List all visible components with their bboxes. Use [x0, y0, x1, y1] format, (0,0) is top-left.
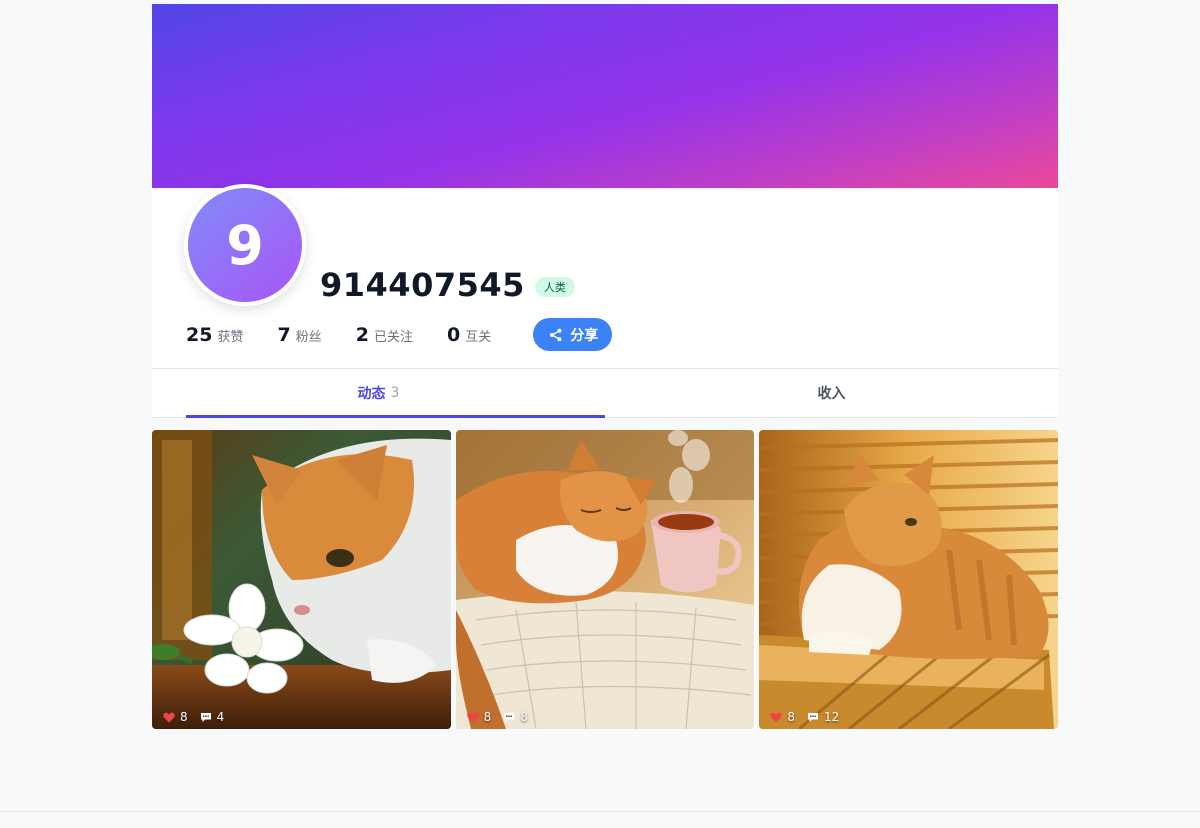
tab-count: 3 [390, 385, 400, 401]
comment-value: 4 [216, 710, 225, 724]
post-image-cat-flower [152, 430, 451, 729]
heart-icon [466, 712, 479, 722]
stat-followers[interactable]: 7 粉丝 [277, 324, 321, 346]
comment-count[interactable]: 12 [807, 710, 839, 724]
share-label: 分享 [570, 327, 599, 344]
name-row: 914407545 人类 [320, 266, 575, 304]
stat-label: 获赞 [217, 329, 244, 345]
stats-bar: 25 获赞 7 粉丝 2 已关注 0 互关 分享 [186, 318, 613, 351]
stat-label: 互关 [465, 329, 492, 345]
username: 914407545 [320, 266, 525, 304]
stat-value: 25 [186, 323, 213, 346]
stat-likes[interactable]: 25 获赞 [186, 324, 243, 346]
tab-income[interactable]: 收入 [605, 369, 1058, 417]
heart-icon [163, 712, 175, 722]
profile-tabs: 动态 3 收入 [152, 368, 1058, 418]
share-icon [550, 328, 562, 341]
cover-banner [152, 4, 1058, 188]
comment-icon [504, 712, 515, 722]
comment-count[interactable]: 8 [503, 710, 528, 724]
like-count[interactable]: 8 [466, 710, 492, 724]
post-stats: 8 8 [466, 710, 540, 724]
tab-label: 动态 [357, 386, 386, 402]
stat-value: 0 [446, 323, 461, 346]
user-type-badge: 人类 [534, 277, 575, 297]
tab-label: 收入 [817, 386, 846, 402]
footer-divider [0, 811, 1200, 812]
active-tab-indicator [186, 415, 605, 418]
like-count[interactable]: 8 [163, 710, 188, 724]
post-stats: 8 4 [163, 710, 236, 724]
post-stats: 8 12 [770, 710, 851, 724]
like-value: 8 [483, 710, 492, 724]
comment-value: 12 [823, 710, 840, 724]
post-image-cat-tea [455, 430, 755, 729]
stat-value: 7 [277, 323, 291, 346]
stat-value: 2 [355, 323, 369, 346]
stat-mutual[interactable]: 0 互关 [447, 324, 491, 346]
profile-page: 9 914407545 人类 25 获赞 7 粉丝 2 已关注 0 互关 分享 … [152, 4, 1059, 729]
post-grid: 8 4 8 8 8 12 [152, 430, 1059, 729]
comment-count[interactable]: 4 [200, 710, 225, 724]
post-card[interactable]: 8 8 [455, 430, 755, 729]
stat-label: 已关注 [373, 329, 413, 345]
comment-icon [200, 712, 211, 722]
avatar-initial: 9 [226, 213, 264, 277]
post-card[interactable]: 8 12 [759, 430, 1059, 729]
avatar[interactable]: 9 [184, 184, 306, 306]
like-value: 8 [180, 710, 188, 724]
like-count[interactable]: 8 [770, 710, 795, 724]
tab-posts[interactable]: 动态 3 [152, 369, 605, 417]
share-button[interactable]: 分享 [533, 318, 613, 351]
post-image-cat-window [759, 430, 1059, 729]
heart-icon [770, 712, 783, 722]
stat-label: 粉丝 [295, 329, 322, 345]
post-card[interactable]: 8 4 [152, 430, 451, 729]
comment-value: 8 [520, 710, 528, 724]
profile-header: 9 914407545 人类 25 获赞 7 粉丝 2 已关注 0 互关 分享 [152, 184, 1058, 368]
like-value: 8 [787, 710, 795, 724]
comment-icon [807, 712, 818, 722]
stat-following[interactable]: 2 已关注 [356, 324, 413, 346]
